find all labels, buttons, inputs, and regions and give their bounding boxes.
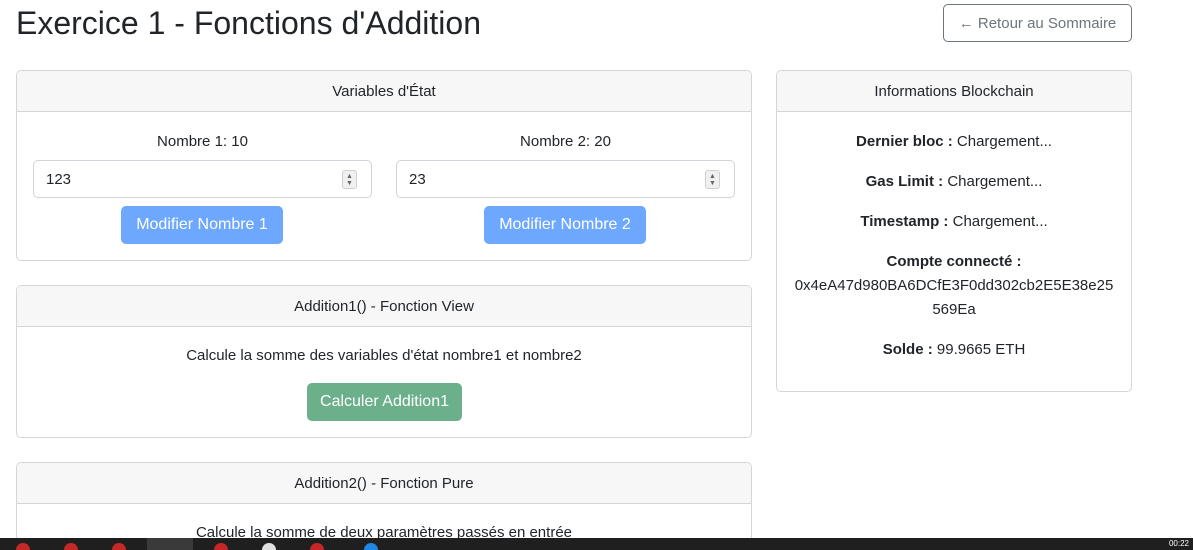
spin-down-icon: ▼ <box>346 179 353 187</box>
taskbar-app-icon[interactable] <box>310 543 324 550</box>
nombre1-spinner[interactable]: ▲ ▼ <box>342 170 357 189</box>
taskbar-app-icon[interactable] <box>214 543 228 550</box>
os-taskbar: 00:22 <box>0 538 1193 550</box>
last-block-value: Chargement... <box>956 133 1052 150</box>
blockchain-info-body: Dernier bloc : Chargement... Gas Limit :… <box>777 112 1131 391</box>
taskbar-app-icon[interactable] <box>64 543 78 550</box>
timestamp-label: Timestamp : <box>860 213 949 230</box>
nombre1-input[interactable]: 123 ▲ ▼ <box>33 160 372 198</box>
blockchain-info-header: Informations Blockchain <box>777 71 1131 112</box>
last-block-label: Dernier bloc : <box>856 133 953 150</box>
modify-nombre1-button[interactable]: Modifier Nombre 1 <box>121 206 283 244</box>
addition1-description: Calcule la somme des variables d'état no… <box>186 347 582 364</box>
nombre2-spinner[interactable]: ▲ ▼ <box>705 170 720 189</box>
page-title: Exercice 1 - Fonctions d'Addition <box>16 5 481 41</box>
addition1-card: Addition1() - Fonction View Calcule la s… <box>16 285 752 438</box>
nombre2-input[interactable]: 23 ▲ ▼ <box>396 160 735 198</box>
state-variables-header: Variables d'État <box>17 71 751 112</box>
balance-label: Solde : <box>882 341 933 358</box>
account-label: Compte connecté : <box>886 253 1022 270</box>
gas-limit-label: Gas Limit : <box>865 173 944 190</box>
last-block-row: Dernier bloc : Chargement... <box>777 130 1131 154</box>
nombre2-input-value: 23 <box>409 170 426 188</box>
spin-up-icon: ▲ <box>709 172 716 180</box>
spin-up-icon: ▲ <box>346 172 353 180</box>
calculate-addition1-button[interactable]: Calculer Addition1 <box>307 383 462 421</box>
modify-nombre2-button[interactable]: Modifier Nombre 2 <box>484 206 646 244</box>
balance-value: 99.9665 ETH <box>936 341 1026 358</box>
gas-limit-row: Gas Limit : Chargement... <box>777 170 1131 194</box>
blockchain-info-card: Informations Blockchain Dernier bloc : C… <box>776 70 1132 392</box>
balance-row: Solde : 99.9665 ETH <box>777 338 1131 362</box>
addition1-body: Calcule la somme des variables d'état no… <box>17 327 751 437</box>
taskbar-app-icon[interactable] <box>112 543 126 550</box>
taskbar-clock: 00:22 <box>1168 539 1189 548</box>
taskbar-app-icon[interactable] <box>16 543 30 550</box>
back-to-summary-button[interactable]: ← Retour au Sommaire <box>943 4 1132 42</box>
addition2-card: Addition2() - Fonction Pure Calcule la s… <box>16 462 752 550</box>
nombre2-label: Nombre 2: 20 <box>520 133 611 150</box>
spin-down-icon: ▼ <box>709 179 716 187</box>
account-address-line1: 0x4eA47d980BA6DCfE3F0dd302cb2E5E38e25 <box>794 277 1114 294</box>
account-label-row: Compte connecté : <box>777 250 1131 274</box>
nombre1-label: Nombre 1: 10 <box>157 133 248 150</box>
taskbar-app-icon[interactable] <box>364 543 378 550</box>
state-variables-card: Variables d'État Nombre 1: 10 123 ▲ ▼ Mo… <box>16 70 752 261</box>
addition1-header: Addition1() - Fonction View <box>17 286 751 327</box>
taskbar-active-app[interactable] <box>147 538 193 550</box>
account-address-line2: 569Ea <box>932 301 976 318</box>
taskbar-app-icon[interactable] <box>262 543 276 550</box>
nombre1-input-value: 123 <box>46 170 72 188</box>
addition2-header: Addition2() - Fonction Pure <box>17 463 751 504</box>
timestamp-value: Chargement... <box>952 213 1048 230</box>
gas-limit-value: Chargement... <box>947 173 1043 190</box>
state-variables-body: Nombre 1: 10 123 ▲ ▼ Modifier Nombre 1 N… <box>17 112 751 260</box>
timestamp-row: Timestamp : Chargement... <box>777 210 1131 234</box>
